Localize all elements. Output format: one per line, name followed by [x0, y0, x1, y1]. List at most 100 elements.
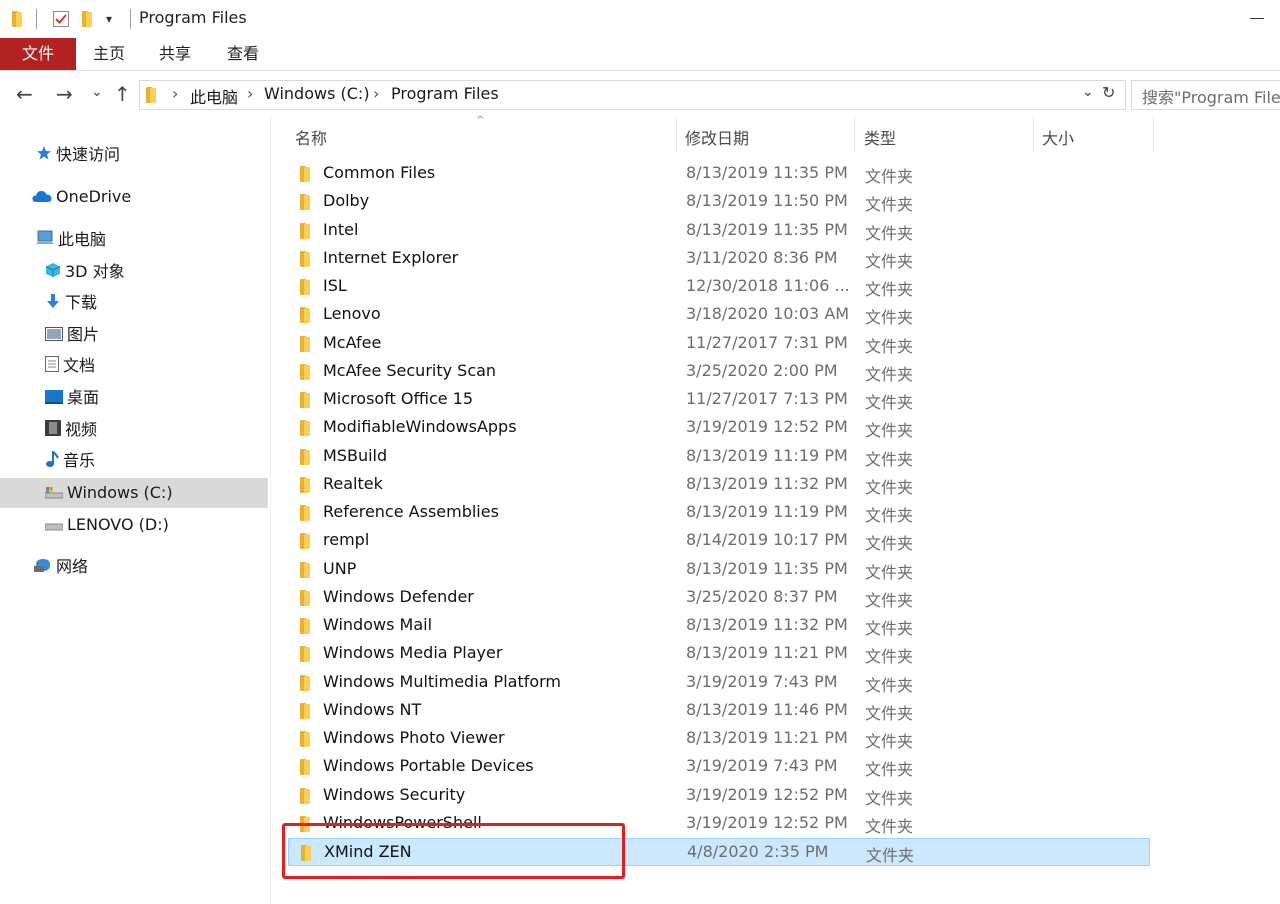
nav-label: 网络 [56, 557, 89, 576]
table-row[interactable]: Dolby 8/13/2019 11:50 PM 文件夹 [288, 188, 1150, 216]
tab-share[interactable]: 共享 [148, 38, 202, 70]
folder-icon [300, 166, 310, 186]
file-date: 8/13/2019 11:46 PM [686, 699, 848, 719]
table-row[interactable]: Windows Multimedia Platform 3/19/2019 7:4… [288, 669, 1150, 697]
tab-home[interactable]: 主页 [82, 38, 136, 70]
table-row[interactable]: Windows Media Player 8/13/2019 11:21 PM 文件… [288, 640, 1150, 668]
search-placeholder: 搜索"Program Files" [1142, 88, 1280, 107]
customize-quick-access-icon[interactable]: ▾ [106, 9, 112, 29]
address-bar[interactable]: › 此电脑 › Windows (C:) › Program Files ⌄ ↻ [139, 80, 1126, 110]
up-arrow-icon[interactable]: ↑ [114, 78, 131, 110]
file-type: 文件夹 [865, 760, 914, 780]
nav-3d-objects[interactable]: 3D 对象 [45, 257, 125, 287]
nav-pictures[interactable]: 图片 [45, 320, 99, 350]
breadcrumb-drive-c[interactable]: Windows (C:) [264, 84, 370, 103]
folder-icon [300, 279, 310, 299]
nav-network[interactable]: 网络 [34, 552, 88, 582]
table-row[interactable]: McAfee 11/27/2017 7:31 PM 文件夹 [288, 330, 1150, 358]
folder-icon [300, 731, 310, 751]
nav-onedrive[interactable]: OneDrive [32, 182, 131, 212]
file-name: Windows Multimedia Platform [323, 671, 562, 691]
column-divider[interactable] [1153, 117, 1154, 153]
folder-icon [300, 561, 310, 582]
address-row: ← → ⌄ ↑ › 此电脑 › Windows (C:) › Program F… [0, 78, 1280, 110]
folder-icon [300, 702, 310, 723]
back-arrow-icon[interactable]: ← [16, 78, 33, 110]
nav-lenovo-d[interactable]: LENOVO (D:) [44, 510, 169, 540]
file-name: rempl [323, 530, 370, 550]
forward-arrow-icon[interactable]: → [56, 78, 73, 110]
column-header-date[interactable]: 修改日期 [685, 125, 749, 149]
file-date: 8/14/2019 10:17 PM [686, 530, 848, 550]
table-row[interactable]: Windows Security 3/19/2019 12:52 PM 文件夹 [288, 782, 1150, 810]
search-input[interactable]: 搜索"Program Files" [1131, 80, 1280, 110]
file-date: 3/19/2019 12:52 PM [686, 417, 848, 437]
table-row[interactable]: ISL 12/30/2018 11:06 ... 文件夹 [288, 273, 1150, 301]
file-name: McAfee [323, 332, 382, 352]
table-row[interactable]: ModifiableWindowsApps 3/19/2019 12:52 PM 文… [288, 414, 1150, 442]
breadcrumb-this-pc[interactable]: 此电脑 [190, 84, 238, 108]
column-header-type[interactable]: 类型 [864, 125, 896, 149]
folder-icon [300, 307, 310, 327]
file-date: 8/13/2019 11:35 PM [686, 163, 848, 182]
file-name: Windows Defender [323, 586, 474, 606]
column-header-size[interactable]: 大小 [1042, 125, 1074, 149]
file-name: Windows Mail [323, 615, 433, 634]
table-row[interactable]: McAfee Security Scan 3/25/2020 2:00 PM 文件夹 [288, 358, 1150, 386]
navigation-pane: 快速访问 OneDrive 此电脑 3D 对象 下载 图片 文档 桌面 视频 音… [0, 115, 268, 904]
nav-music[interactable]: 音乐 [45, 446, 95, 476]
table-row[interactable]: MSBuild 8/13/2019 11:19 PM 文件夹 [288, 443, 1150, 471]
column-divider[interactable] [676, 117, 677, 153]
breadcrumb-program-files[interactable]: Program Files [391, 84, 499, 103]
file-name: ModifiableWindowsApps [323, 417, 517, 437]
table-row[interactable]: Windows Defender 3/25/2020 8:37 PM 文件夹 [288, 584, 1150, 612]
table-row[interactable]: Reference Assemblies 8/13/2019 11:19 PM 文件… [288, 499, 1150, 527]
table-row[interactable]: rempl 8/14/2019 10:17 PM 文件夹 [288, 527, 1150, 555]
table-row[interactable]: Common Files 8/13/2019 11:35 PM 文件夹 [288, 160, 1150, 188]
file-type: 文件夹 [865, 280, 914, 299]
file-date: 3/18/2020 10:03 AM [686, 304, 850, 324]
table-row[interactable]: Intel 8/13/2019 11:35 PM 文件夹 [288, 217, 1150, 245]
table-row[interactable]: UNP 8/13/2019 11:35 PM 文件夹 [288, 556, 1150, 584]
nav-this-pc[interactable]: 此电脑 [36, 225, 106, 255]
file-name: McAfee Security Scan [323, 360, 497, 380]
new-folder-icon[interactable] [82, 9, 92, 29]
file-name: Windows Photo Viewer [323, 728, 505, 747]
table-row[interactable]: Lenovo 3/18/2020 10:03 AM 文件夹 [288, 301, 1150, 329]
nav-label: LENOVO (D:) [67, 515, 169, 534]
table-row[interactable]: Microsoft Office 15 11/27/2017 7:13 PM 文件夹 [288, 386, 1150, 414]
table-row[interactable]: Windows Photo Viewer 8/13/2019 11:21 PM 文件… [288, 725, 1150, 753]
nav-label: 下载 [65, 293, 98, 312]
file-type: 文件夹 [865, 364, 914, 384]
column-header-name[interactable]: 名称 [295, 125, 327, 149]
computer-icon [36, 226, 54, 256]
column-divider[interactable] [1033, 117, 1034, 153]
column-divider[interactable] [854, 117, 855, 153]
nav-windows-c[interactable]: Windows (C:) [0, 478, 268, 508]
nav-downloads[interactable]: 下载 [45, 288, 97, 318]
tab-file[interactable]: 文件 [0, 38, 76, 70]
table-row[interactable]: Windows Portable Devices 3/19/2019 7:43 P… [288, 753, 1150, 781]
nav-videos[interactable]: 视频 [45, 415, 97, 445]
file-type: 文件夹 [865, 703, 914, 723]
folder-icon [300, 674, 310, 695]
nav-quick-access[interactable]: 快速访问 [36, 140, 120, 170]
file-name: Realtek [323, 473, 383, 493]
nav-documents[interactable]: 文档 [45, 351, 95, 381]
cube-icon [45, 258, 61, 288]
nav-desktop[interactable]: 桌面 [45, 383, 99, 413]
file-date: 3/19/2019 12:52 PM [686, 784, 848, 804]
film-icon [45, 416, 61, 446]
properties-icon[interactable] [52, 9, 70, 29]
table-row[interactable]: Windows Mail 8/13/2019 11:32 PM 文件夹 [288, 612, 1150, 640]
file-date: 11/27/2017 7:31 PM [686, 332, 848, 352]
file-type: 文件夹 [865, 449, 914, 469]
tab-view[interactable]: 查看 [216, 38, 270, 70]
refresh-icon[interactable]: ↻ [1102, 83, 1115, 102]
table-row[interactable]: Windows NT 8/13/2019 11:46 PM 文件夹 [288, 697, 1150, 725]
table-row[interactable]: Internet Explorer 3/11/2020 8:36 PM 文件夹 [288, 245, 1150, 273]
address-history-dropdown-icon[interactable]: ⌄ [1082, 84, 1094, 100]
table-row[interactable]: Realtek 8/13/2019 11:32 PM 文件夹 [288, 471, 1150, 499]
recent-locations-chevron-icon[interactable]: ⌄ [91, 76, 103, 108]
minimize-button[interactable] [1250, 18, 1264, 19]
